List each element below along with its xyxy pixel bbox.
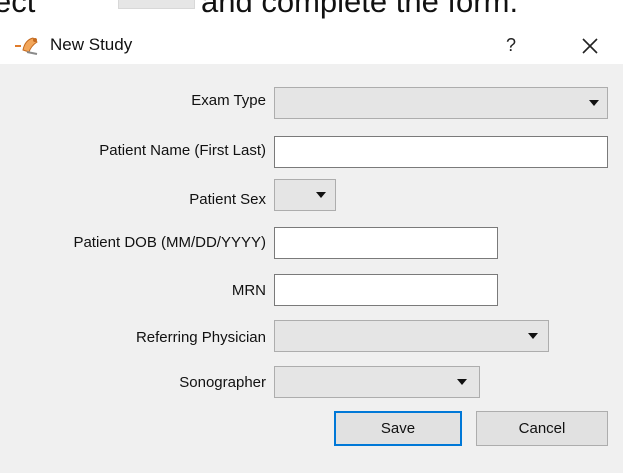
chevron-down-icon [528, 333, 538, 339]
close-button[interactable] [575, 31, 605, 61]
help-button[interactable]: ? [496, 30, 526, 60]
patient-name-label: Patient Name (First Last) [99, 142, 266, 159]
dialog-body: Exam Type Patient Name (First Last) Pati… [0, 64, 623, 473]
exam-type-label: Exam Type [191, 92, 266, 109]
save-button[interactable]: Save [334, 411, 462, 446]
cancel-button[interactable]: Cancel [476, 411, 608, 446]
patient-sex-select[interactable] [274, 179, 336, 211]
sonographer-label: Sonographer [179, 374, 266, 391]
exam-type-select[interactable] [274, 87, 608, 119]
chevron-down-icon [457, 379, 467, 385]
mrn-label: MRN [231, 282, 266, 299]
chevron-down-icon [316, 192, 326, 198]
caption-ui-chip [118, 0, 195, 9]
caption-text-right: and complete the form. [201, 0, 519, 19]
referring-physician-select[interactable] [274, 320, 549, 352]
dialog-title: New Study [50, 35, 133, 54]
instruction-caption: ect and complete the form. [0, 0, 623, 26]
caption-text-left: ect [0, 0, 36, 19]
ultrasound-probe-icon [15, 37, 38, 55]
chevron-down-icon [589, 100, 599, 106]
patient-name-input[interactable] [274, 136, 608, 168]
dialog-titlebar[interactable]: New Study ? [0, 26, 623, 64]
referring-physician-label: Referring Physician [135, 329, 266, 346]
patient-sex-label: Patient Sex [189, 191, 266, 208]
sonographer-select[interactable] [274, 366, 480, 398]
patient-dob-label: Patient DOB (MM/DD/YYYY) [73, 234, 266, 251]
close-icon [582, 38, 598, 54]
patient-dob-input[interactable] [274, 227, 498, 259]
mrn-input[interactable] [274, 274, 498, 306]
